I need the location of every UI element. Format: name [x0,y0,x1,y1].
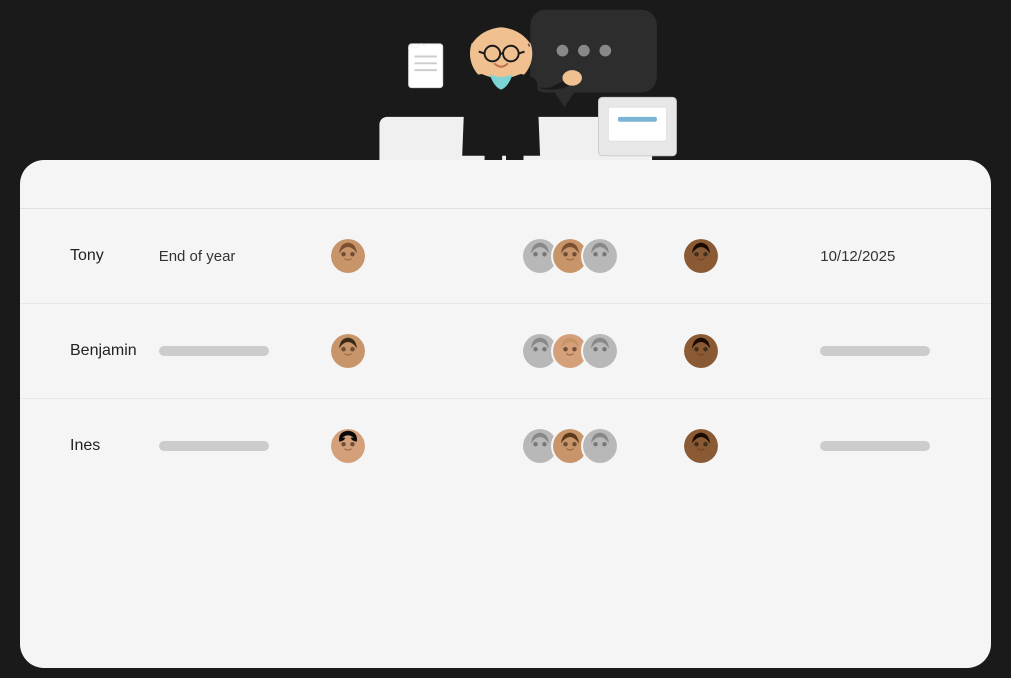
col-self-assessment [329,160,521,209]
cell-name: End of year [159,209,330,304]
avatar[interactable] [682,237,720,275]
cell-self-assessment [329,304,521,399]
cell-people: Ines [20,399,159,494]
table-wrapper: TonyEnd of year 10/12/2025Benjamin [20,160,991,668]
cell-people: Tony [20,209,159,304]
cell-people: Benjamin [20,304,159,399]
cell-name [159,304,330,399]
feedback-avatar-group [521,332,681,370]
review-avatar-group [682,237,821,275]
main-card: TonyEnd of year 10/12/2025Benjamin [20,160,991,668]
avatar[interactable] [581,427,619,465]
cell-self-assessment [329,209,521,304]
col-due-date [820,160,991,209]
self-assessment-avatar-group [329,237,521,275]
cell-review [682,399,821,494]
avatar[interactable] [581,332,619,370]
cell-name [159,399,330,494]
placeholder-name [159,346,269,356]
cell-due-date [820,399,991,494]
table-row: Ines [20,399,991,494]
cell-review [682,304,821,399]
review-avatar-group [682,427,821,465]
review-table: TonyEnd of year 10/12/2025Benjamin [20,160,991,493]
hero-illustration [316,0,696,185]
placeholder-due-date [820,441,930,451]
avatar[interactable] [581,237,619,275]
review-avatar-group [682,332,821,370]
illustration-area [0,0,1011,185]
placeholder-name [159,441,269,451]
table-header-row [20,160,991,209]
cell-due-date: 10/12/2025 [820,209,991,304]
avatar[interactable] [329,427,367,465]
avatar[interactable] [682,332,720,370]
col-people [20,160,159,209]
avatar[interactable] [682,427,720,465]
col-feedback [521,160,681,209]
col-review [682,160,821,209]
table-row: Benjamin [20,304,991,399]
cell-feedback [521,304,681,399]
table-row: TonyEnd of year 10/12/2025 [20,209,991,304]
self-assessment-avatar-group [329,427,521,465]
cell-feedback [521,209,681,304]
feedback-avatar-group [521,427,681,465]
cell-due-date [820,304,991,399]
cell-feedback [521,399,681,494]
avatar[interactable] [329,237,367,275]
avatar[interactable] [329,332,367,370]
feedback-avatar-group [521,237,681,275]
self-assessment-avatar-group [329,332,521,370]
col-name [159,160,330,209]
cell-review [682,209,821,304]
cell-self-assessment [329,399,521,494]
placeholder-due-date [820,346,930,356]
